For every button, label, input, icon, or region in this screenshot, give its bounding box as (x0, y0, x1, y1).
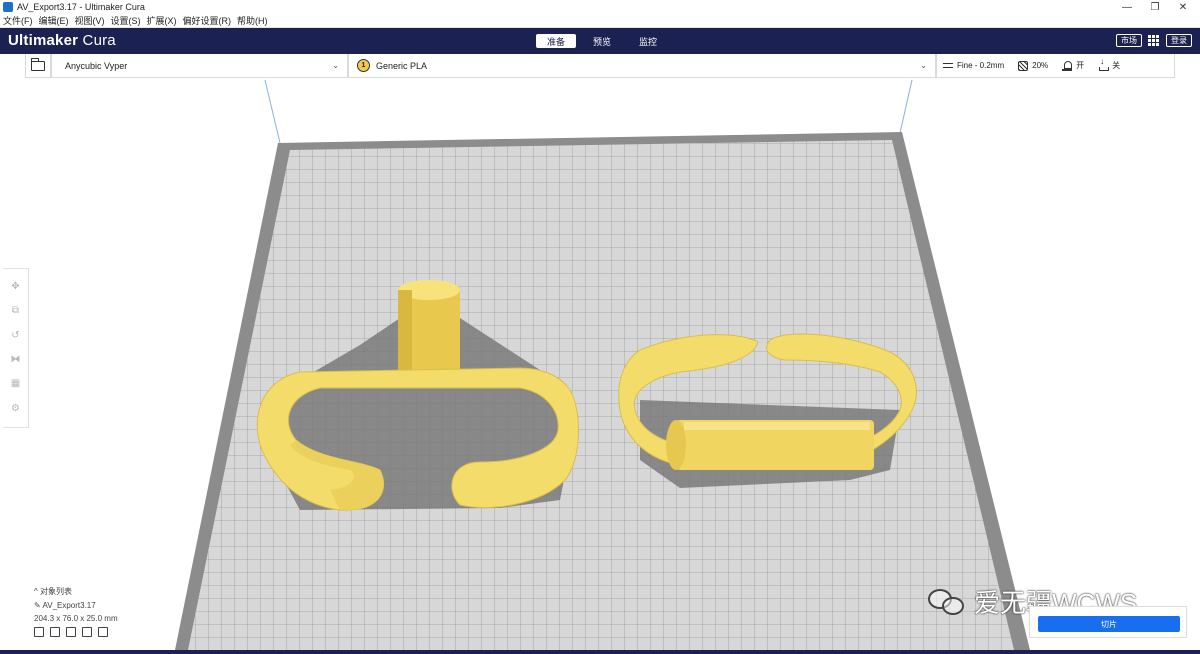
printer-selector[interactable]: Anycubic Vyper ⌄ (51, 54, 348, 78)
view-right-icon[interactable] (98, 627, 108, 637)
model-2-cylinder-end (666, 420, 686, 470)
slice-button[interactable]: 切片 (1038, 616, 1180, 632)
object-list-panel: 对象列表 ✎ AV_Export3.17 204.3 x 76.0 x 25.0… (34, 586, 118, 641)
profile-setting: Fine - 0.2mm (943, 61, 1004, 71)
marketplace-button[interactable]: 市场 (1116, 34, 1142, 47)
material-selector[interactable]: 1 Generic PLA ⌄ (348, 54, 936, 78)
adhesion-value: 关 (1112, 61, 1121, 70)
maximize-button[interactable]: ❐ (1142, 0, 1168, 14)
slice-panel: 切片 (1029, 606, 1187, 638)
view-front-icon[interactable] (50, 627, 60, 637)
stage-tabs: 准备 预览 监控 (536, 34, 668, 48)
chevron-down-icon: ⌄ (920, 61, 927, 70)
menu-preferences[interactable]: 偏好设置(R) (180, 14, 235, 27)
rotate-tool-icon[interactable]: ↺ (10, 330, 22, 342)
transform-toolbar: ✥ ⧉ ↺ ⧓ ▦ ⚙ (3, 268, 29, 428)
3d-viewport[interactable] (0, 78, 1200, 654)
move-tool-icon[interactable]: ✥ (10, 281, 22, 293)
build-plate-scene (175, 79, 1030, 650)
camera-view-buttons (34, 627, 118, 637)
header-right: 市场 登录 (1116, 34, 1192, 47)
volume-edge-left (264, 79, 281, 144)
model-1-peg-shade (398, 290, 412, 376)
tab-monitor[interactable]: 监控 (628, 34, 668, 48)
infill-value: 20% (1032, 61, 1049, 70)
object-name: ✎ AV_Export3.17 (34, 601, 96, 610)
support-setting: 开 (1062, 60, 1084, 71)
print-settings-selector[interactable]: Fine - 0.2mm 20% 开 关 (936, 54, 1175, 78)
profile-value: Fine - 0.2mm (957, 61, 1005, 70)
chevron-down-icon: ⌄ (332, 61, 339, 70)
model-2-cylinder-highlight (684, 422, 870, 430)
infill-setting: 20% (1018, 60, 1049, 71)
minimize-button[interactable]: — (1114, 0, 1140, 14)
adhesion-setting: 关 (1098, 57, 1121, 71)
printer-name: Anycubic Vyper (65, 60, 128, 71)
menu-view[interactable]: 视图(V) (72, 14, 108, 27)
brand-logo: Ultimaker Cura (8, 32, 116, 49)
volume-edge-right (899, 79, 913, 134)
view-left-icon[interactable] (82, 627, 92, 637)
object-list-toggle[interactable]: 对象列表 (34, 586, 118, 597)
print-setup-toolbar: Anycubic Vyper ⌄ 1 Generic PLA ⌄ Fine - … (25, 54, 1175, 78)
brand-ultimaker: Ultimaker (8, 32, 79, 49)
open-file-button[interactable] (25, 54, 51, 78)
window-title: AV_Export3.17 - Ultimaker Cura (17, 2, 145, 12)
apps-grid-icon[interactable] (1148, 34, 1160, 47)
tab-preview[interactable]: 预览 (582, 34, 622, 48)
app-header: Ultimaker Cura 准备 预览 监控 市场 登录 (0, 28, 1200, 54)
window-titlebar: AV_Export3.17 - Ultimaker Cura — ❐ ✕ (0, 0, 1200, 14)
material-name: Generic PLA (376, 60, 428, 71)
support-icon (1062, 60, 1073, 71)
object-name-text: AV_Export3.17 (42, 601, 96, 610)
cura-app-icon (3, 2, 13, 12)
adhesion-icon (1098, 57, 1110, 71)
menu-file[interactable]: 文件(F) (0, 14, 36, 27)
extruder-icon: 1 (357, 59, 370, 72)
menu-bar: 文件(F) 编辑(E) 视图(V) 设置(S) 扩展(X) 偏好设置(R) 帮助… (0, 14, 1200, 28)
per-model-settings-icon[interactable]: ▦ (10, 378, 22, 390)
sliders-icon (943, 61, 953, 71)
object-dimensions: 204.3 x 76.0 x 25.0 mm (34, 614, 118, 623)
brand-cura: Cura (78, 32, 116, 49)
login-button[interactable]: 登录 (1166, 34, 1192, 47)
menu-edit[interactable]: 编辑(E) (36, 14, 72, 27)
support-value: 开 (1076, 61, 1085, 70)
close-button[interactable]: ✕ (1170, 0, 1196, 14)
tab-prepare[interactable]: 准备 (536, 34, 577, 48)
infill-icon (1018, 60, 1029, 71)
view-top-icon[interactable] (66, 627, 76, 637)
menu-extensions[interactable]: 扩展(X) (144, 14, 180, 27)
mirror-tool-icon[interactable]: ⧓ (10, 354, 22, 366)
wechat-icon (928, 587, 968, 617)
view-3d-icon[interactable] (34, 627, 44, 637)
scale-tool-icon[interactable]: ⧉ (10, 305, 22, 317)
folder-icon (30, 57, 45, 71)
menu-settings[interactable]: 设置(S) (108, 14, 144, 27)
menu-help[interactable]: 帮助(H) (234, 14, 271, 27)
support-blocker-icon[interactable]: ⚙ (10, 403, 22, 415)
taskbar-strip (0, 650, 1200, 654)
